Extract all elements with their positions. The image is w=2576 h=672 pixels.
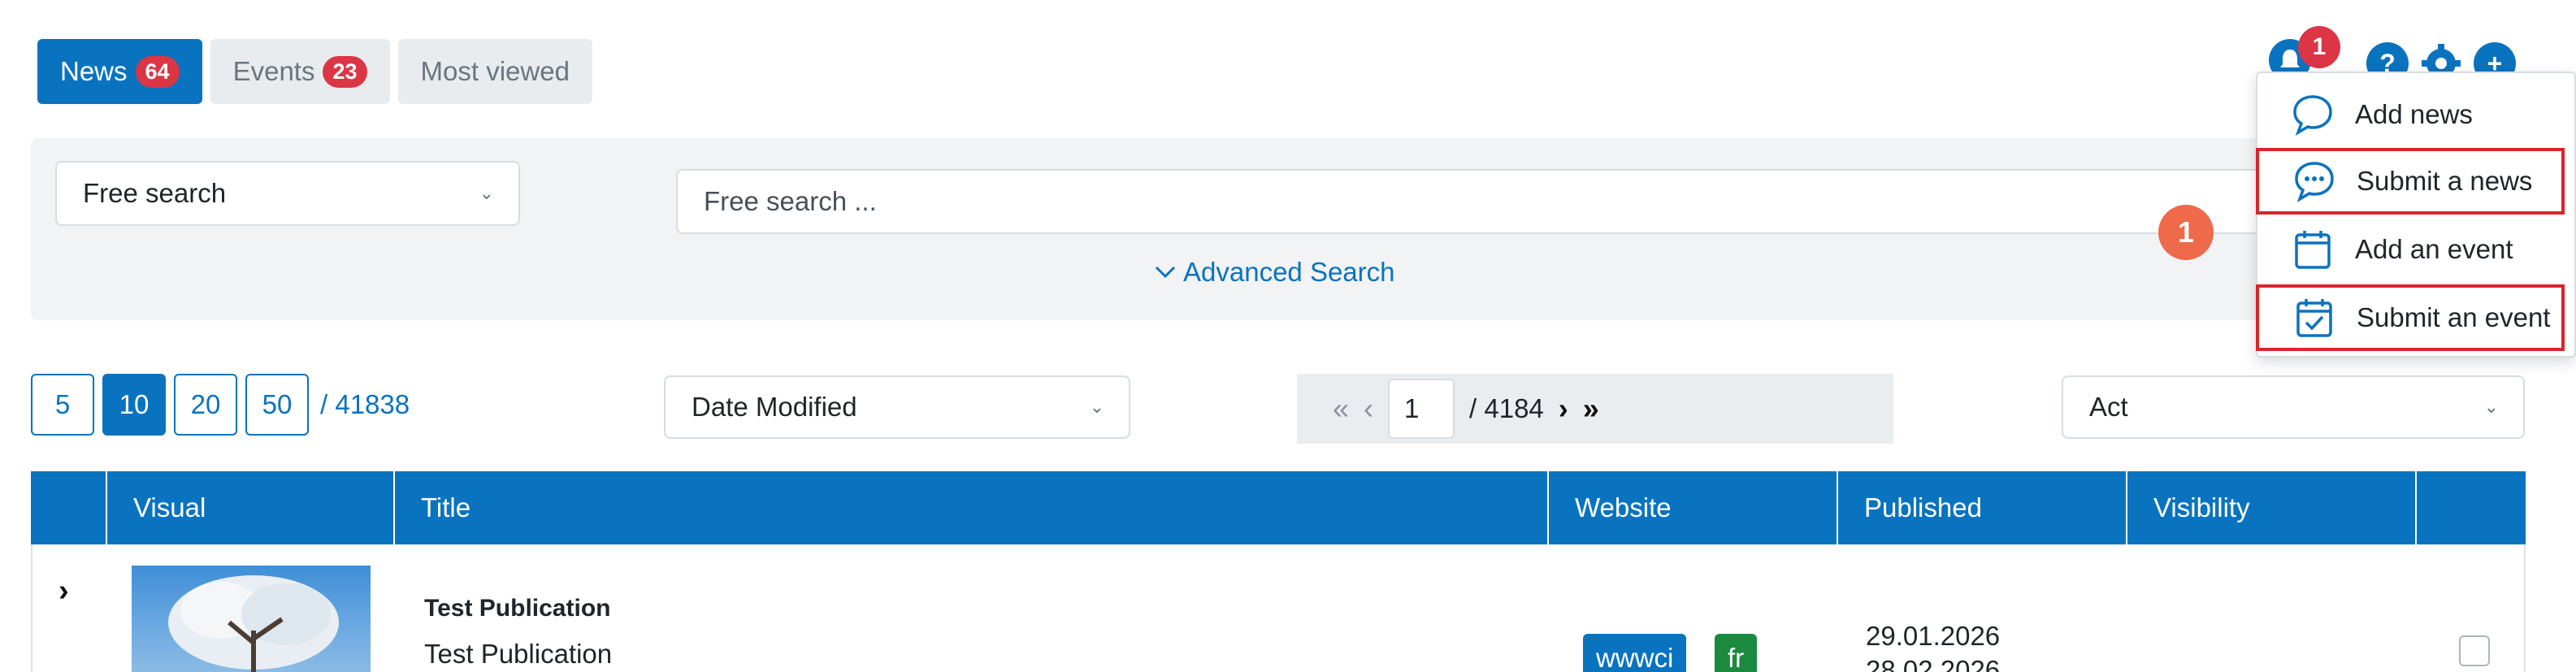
tab-news[interactable]: News 64 <box>37 39 202 104</box>
bulk-action-select[interactable]: Act ⌄ <box>2062 375 2525 439</box>
speech-bubble-dots-icon <box>2295 162 2334 202</box>
tab-most-viewed[interactable]: Most viewed <box>397 39 592 104</box>
column-header-published[interactable]: Published <box>1838 471 2127 544</box>
chevron-down-icon <box>1155 266 1176 279</box>
calendar-check-icon <box>2296 299 2332 337</box>
search-field-select-value: Free search <box>83 178 227 208</box>
next-page-icon[interactable]: › <box>1559 392 1568 426</box>
notification-count-badge: 1 <box>2298 26 2340 68</box>
column-header-website[interactable]: Website <box>1549 471 1838 544</box>
menu-item-add-news[interactable]: Add news <box>2257 81 2576 148</box>
news-title[interactable]: Test Publication <box>424 595 610 622</box>
menu-item-label: Submit an event <box>2357 302 2551 332</box>
pagination: « ‹ 1 / 4184 › » <box>1297 374 1893 444</box>
chevron-down-icon: ⌄ <box>1089 397 1104 417</box>
search-field-select[interactable]: Free search ⌄ <box>55 161 520 226</box>
language-tag: fr <box>1715 634 1758 672</box>
previous-page-icon[interactable]: ‹ <box>1364 392 1373 426</box>
per-page-option-selected[interactable]: 10 <box>102 374 166 436</box>
news-thumbnail <box>132 566 371 672</box>
column-header-title[interactable]: Title <box>395 471 1549 544</box>
search-panel: Free search ⌄ Free search ... Advanced S… <box>31 138 2387 320</box>
menu-item-submit-news[interactable]: Submit a news <box>2256 148 2565 215</box>
free-search-input[interactable]: Free search ... <box>676 169 2383 234</box>
first-page-icon[interactable]: « <box>1333 392 1349 426</box>
website-tag: wwwci <box>1583 634 1687 672</box>
per-page-option[interactable]: 5 <box>31 374 94 436</box>
page-number-input[interactable]: 1 <box>1388 379 1455 439</box>
tree-image <box>168 575 339 672</box>
chevron-down-icon: ⌄ <box>479 183 494 203</box>
tab-most-viewed-label: Most viewed <box>420 56 570 86</box>
menu-item-add-event[interactable]: Add an event <box>2257 216 2576 283</box>
step-marker: 1 <box>2158 205 2214 260</box>
column-header-visibility[interactable]: Visibility <box>2127 471 2417 544</box>
news-subtitle: Test Publication <box>424 639 613 669</box>
published-to-date: 28.02.2026 <box>1866 655 2001 672</box>
chevron-down-icon: ⌄ <box>2483 397 2499 417</box>
free-search-placeholder: Free search ... <box>704 186 877 216</box>
per-page-option[interactable]: 20 <box>174 374 237 436</box>
add-content-menu: Add news Submit a news Add an event Subm… <box>2256 72 2576 358</box>
per-page-selector: 5 10 20 50 / 41838 <box>31 374 410 436</box>
bulk-action-select-value: Act <box>2089 392 2128 422</box>
menu-item-label: Submit a news <box>2357 166 2533 196</box>
total-results-count: / 41838 <box>320 389 410 419</box>
sort-select[interactable]: Date Modified ⌄ <box>664 375 1130 439</box>
advanced-search-label: Advanced Search <box>1183 257 1395 287</box>
tab-news-count-badge: 64 <box>135 55 180 88</box>
tab-events-label: Events <box>232 56 315 86</box>
tab-events-count-badge: 23 <box>323 55 367 88</box>
column-header-visual[interactable]: Visual <box>107 471 395 544</box>
column-header-select <box>2417 471 2526 544</box>
row-select-checkbox[interactable] <box>2459 635 2490 666</box>
total-pages: / 4184 <box>1469 393 1544 423</box>
content-tabs: News 64 Events 23 Most viewed <box>37 39 592 104</box>
sort-select-value: Date Modified <box>692 392 857 422</box>
calendar-icon <box>2295 231 2331 269</box>
menu-item-submit-event[interactable]: Submit an event <box>2256 284 2565 351</box>
table-header: Visual Title Website Published Visibilit… <box>31 471 2526 544</box>
speech-bubble-icon <box>2293 95 2332 136</box>
tab-news-label: News <box>60 56 128 86</box>
menu-item-label: Add news <box>2355 99 2473 129</box>
last-page-icon[interactable]: » <box>1583 392 1599 426</box>
expand-row-icon[interactable]: › <box>59 574 69 609</box>
table-row: › Test Publication Test Publication wwwc… <box>31 544 2526 672</box>
per-page-option[interactable]: 50 <box>245 374 309 436</box>
page-number-value: 1 <box>1404 393 1420 423</box>
tab-events[interactable]: Events 23 <box>210 39 390 104</box>
published-from-date: 29.01.2026 <box>1866 621 2001 651</box>
column-header-expand <box>31 471 107 544</box>
menu-item-label: Add an event <box>2355 234 2513 264</box>
advanced-search-toggle[interactable]: Advanced Search <box>1154 257 1395 288</box>
